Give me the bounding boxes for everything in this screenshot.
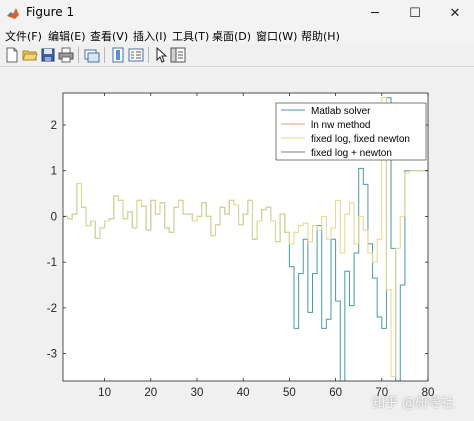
legend-label-fixed-log-newton: fixed log + newton: [311, 148, 392, 159]
maximize-button[interactable]: ☐: [398, 0, 432, 26]
figure-toolbar: [0, 44, 474, 67]
window-title: Figure 1: [26, 5, 75, 19]
print-icon[interactable]: [58, 47, 74, 63]
menu-file[interactable]: 文件(F): [5, 28, 42, 44]
y-tick-label: 0: [51, 211, 57, 223]
x-tick-label: 10: [98, 387, 111, 399]
legend[interactable]: Matlab solver ln nw method fixed log, fi…: [275, 102, 427, 161]
menu-help[interactable]: 帮助(H): [301, 28, 340, 44]
y-tick-label: 1: [51, 166, 57, 178]
menu-desktop[interactable]: 桌面(D): [212, 28, 251, 44]
x-tick-label: 30: [191, 387, 204, 399]
legend-label-ln-nw-method: ln nw method: [311, 120, 370, 131]
legend-label-matlab-solver: Matlab solver: [311, 106, 371, 117]
x-tick-label: 50: [283, 387, 296, 399]
y-tick-label: -1: [47, 257, 57, 269]
y-tick-label: 2: [51, 120, 57, 132]
menu-window[interactable]: 窗口(W): [256, 28, 297, 44]
close-button[interactable]: ✕: [438, 0, 472, 26]
save-icon[interactable]: [40, 47, 56, 63]
watermark-text: 知乎 @研导社: [372, 396, 455, 411]
x-tick-label: 40: [237, 387, 250, 399]
menu-view[interactable]: 查看(V): [90, 28, 128, 44]
menu-insert[interactable]: 插入(I): [133, 28, 167, 44]
minimize-button[interactable]: ─: [358, 0, 392, 26]
toolbar-separator: [104, 47, 105, 63]
y-tick-label: -3: [47, 349, 57, 361]
link-plot-icon[interactable]: [84, 47, 100, 63]
open-file-icon[interactable]: [22, 47, 38, 63]
legend-label-fixed-log-fixed-newton: fixed log, fixed newton: [311, 134, 410, 145]
line-chart[interactable]: 10 20 30 40 50 60 70 80210-1-2-3 Matlab solver …: [0, 67, 474, 421]
y-tick-label: -2: [47, 303, 57, 315]
toolbar-separator: [148, 47, 149, 63]
property-editor-icon[interactable]: [170, 47, 186, 63]
matlab-app-icon: [7, 8, 19, 19]
insert-legend-icon[interactable]: [128, 47, 144, 63]
toolbar-separator: [78, 47, 79, 63]
menu-bar: 文件(F) 编辑(E) 查看(V) 插入(I) 工具(T) 桌面(D) 窗口(W…: [0, 26, 474, 44]
insert-colorbar-icon[interactable]: [110, 47, 126, 63]
window-title-bar: Figure 1 ─ ☐ ✕: [0, 0, 474, 26]
new-figure-icon[interactable]: [4, 47, 20, 63]
x-tick-label: 20: [144, 387, 157, 399]
x-tick-label: 60: [329, 387, 342, 399]
menu-edit[interactable]: 编辑(E): [48, 28, 86, 44]
menu-tools[interactable]: 工具(T): [172, 28, 209, 44]
edit-plot-icon[interactable]: [153, 47, 169, 63]
